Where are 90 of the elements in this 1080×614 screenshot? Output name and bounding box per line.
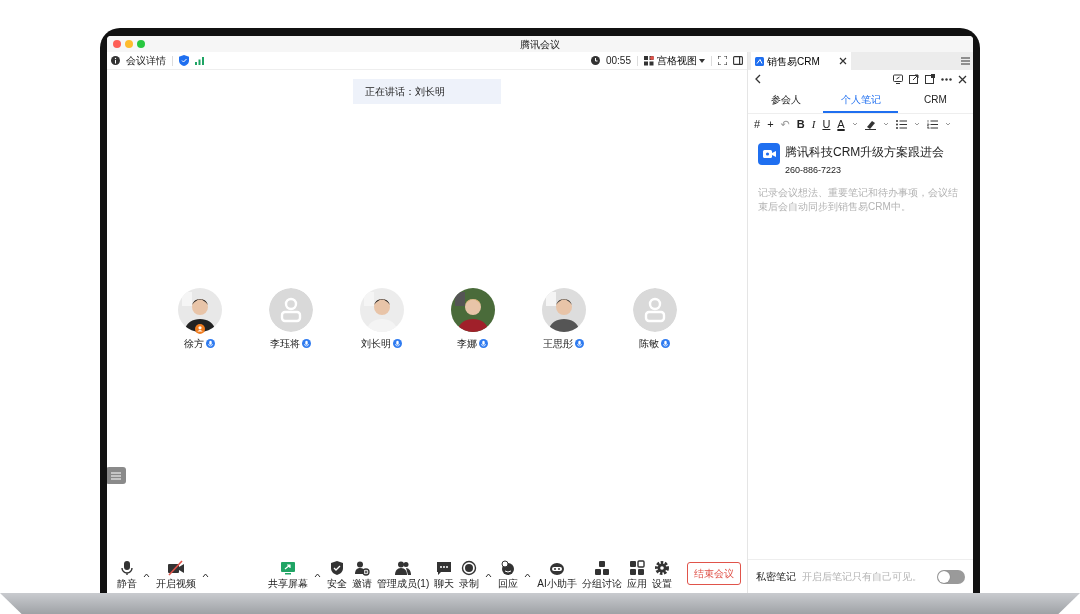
format-tool[interactable]: A	[837, 118, 845, 130]
toolbar-button[interactable]: AI小助手	[537, 560, 577, 589]
panel-tab[interactable]: 参会人	[748, 88, 823, 113]
toolbar-button[interactable]: 录制	[459, 560, 480, 589]
format-tool[interactable]: +	[767, 118, 774, 130]
toolbar-button[interactable]: 回应	[498, 560, 519, 589]
screen-icon[interactable]	[893, 74, 903, 84]
panel-tab[interactable]: CRM	[898, 88, 973, 113]
participant-name: 李珏将	[269, 337, 300, 351]
toolbar-button[interactable]: 开启视频	[156, 560, 196, 589]
close-button[interactable]	[113, 40, 121, 48]
meeting-info-link[interactable]: 会议详情	[126, 53, 166, 68]
members-icon	[394, 560, 413, 576]
fullscreen-icon[interactable]	[718, 56, 727, 65]
window-title: 腾讯会议	[520, 37, 560, 52]
caret-icon[interactable]	[314, 572, 321, 578]
reaction-icon	[500, 560, 517, 576]
numbered-list-icon[interactable]	[926, 119, 938, 129]
highlighter-icon[interactable]	[864, 118, 876, 130]
mic-icon	[479, 339, 489, 348]
toolbar-button[interactable]: 邀请	[352, 560, 372, 589]
bullet-list-icon[interactable]	[895, 119, 907, 129]
participant-name: 徐方	[183, 337, 204, 351]
clock-icon	[590, 56, 600, 65]
meeting-title: 腾讯科技CRM升级方案跟进会	[785, 144, 945, 161]
microphone-icon	[119, 560, 135, 576]
toolbar-button[interactable]: 静音	[117, 560, 137, 589]
format-tool[interactable]: U	[822, 118, 831, 130]
avatar-placeholder	[632, 288, 677, 332]
caret-icon[interactable]	[202, 572, 209, 578]
external-link-icon[interactable]	[909, 74, 919, 84]
mic-icon	[206, 339, 216, 348]
toolbar-button[interactable]: 分组讨论	[581, 560, 622, 589]
settings-icon	[653, 560, 670, 576]
robot-icon	[547, 560, 566, 576]
app-tab[interactable]: 销售易CRM	[751, 52, 851, 70]
signal-icon[interactable]	[195, 56, 204, 65]
window-icon[interactable]	[925, 74, 935, 84]
speaking-banner: 正在讲话：刘长明	[353, 79, 501, 104]
meeting-number: 260-886-7223	[785, 164, 843, 177]
participant-name: 陈敏	[638, 337, 659, 351]
caret-icon[interactable]	[143, 572, 150, 578]
shield-icon	[329, 560, 345, 576]
record-icon	[461, 560, 478, 576]
private-note-toggle[interactable]	[937, 569, 965, 584]
close-icon[interactable]	[958, 74, 967, 84]
format-tool[interactable]: #	[754, 118, 761, 130]
breakout-icon	[593, 560, 610, 576]
end-meeting-button[interactable]: 结束会议	[687, 562, 741, 585]
invite-person-icon	[354, 560, 370, 576]
grid-view-dropdown[interactable]: 宫格视图	[644, 53, 705, 68]
panel-tab[interactable]: 个人笔记	[823, 88, 898, 113]
caret-icon	[699, 58, 705, 63]
caret-icon[interactable]	[485, 572, 493, 578]
tab-label: 销售易CRM	[767, 54, 820, 69]
list-icon	[111, 471, 121, 480]
grid-view-icon	[644, 55, 654, 66]
caret-icon[interactable]	[524, 572, 532, 578]
format-tool[interactable]: I	[811, 118, 816, 130]
app-logo-icon	[755, 56, 764, 66]
info-icon[interactable]	[111, 56, 120, 65]
toolbar-button[interactable]: 安全	[327, 560, 347, 589]
close-icon[interactable]	[839, 57, 847, 65]
mic-icon	[393, 339, 403, 348]
meeting-timer: 00:55	[605, 54, 631, 68]
back-icon[interactable]	[754, 74, 761, 84]
chat-icon	[436, 560, 453, 576]
private-note-label: 私密笔记	[756, 570, 796, 584]
apps-icon	[628, 560, 645, 576]
participant-name: 李娜	[456, 337, 477, 351]
toolbar-button[interactable]: 管理成员(1)	[377, 560, 430, 589]
toolbar-button[interactable]: 应用	[626, 560, 647, 589]
private-note-hint: 开启后笔记只有自己可见。	[802, 570, 922, 584]
avatar-placeholder	[268, 288, 313, 332]
toolbar-button[interactable]: 聊天	[434, 560, 455, 589]
sidebar-icon[interactable]	[733, 56, 743, 65]
participant-name: 王思彤	[542, 337, 573, 351]
mic-icon	[302, 339, 312, 348]
toolbar-button[interactable]: 共享屏幕	[268, 560, 308, 589]
shield-icon[interactable]	[179, 55, 189, 66]
mic-icon	[575, 339, 585, 348]
menu-icon[interactable]	[961, 57, 970, 65]
more-icon[interactable]	[941, 77, 952, 81]
format-tool[interactable]: B	[796, 118, 805, 130]
toolbar-button[interactable]: 设置	[651, 560, 672, 589]
video-meeting-icon	[758, 143, 780, 165]
mic-icon	[661, 339, 671, 348]
participant-name: 刘长明	[360, 337, 391, 351]
screen-share-icon	[280, 560, 296, 576]
camera-off-icon	[167, 560, 185, 576]
